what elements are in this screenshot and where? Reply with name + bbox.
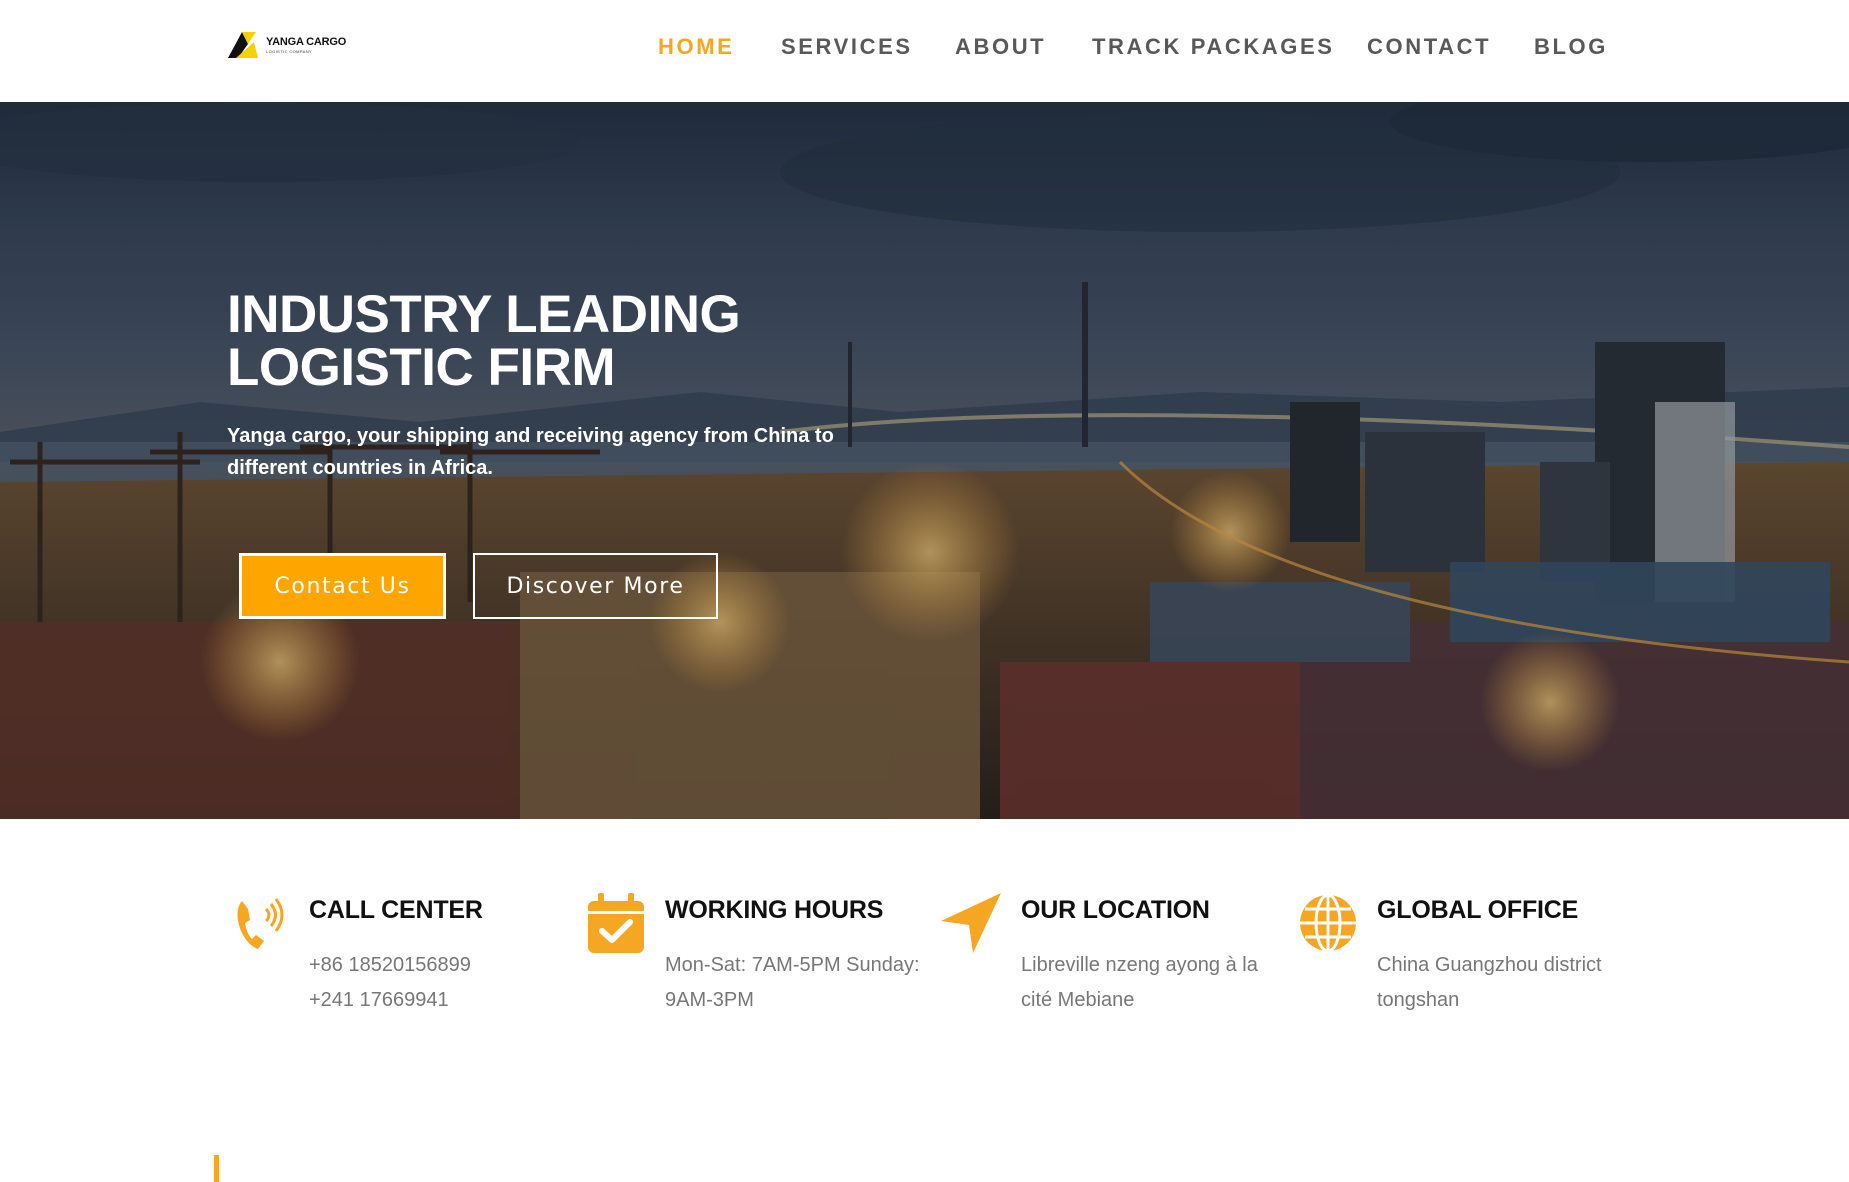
hero-banner: INDUSTRY LEADING LOGISTIC FIRM Yanga car… — [0, 102, 1849, 819]
contact-us-button[interactable]: Contact Us — [239, 553, 446, 619]
nav-blog[interactable]: BLOG — [1534, 34, 1608, 60]
logo-name: YANGA CARGO — [266, 35, 347, 48]
nav-track-packages[interactable]: TRACK PACKAGES — [1092, 34, 1335, 60]
nav-about[interactable]: ABOUT — [955, 34, 1046, 60]
info-line: cité Mebiane — [1021, 989, 1135, 1011]
location-arrow-icon — [941, 893, 1001, 953]
calendar-check-icon — [588, 893, 644, 953]
hero-title-line-1: INDUSTRY LEADING — [227, 285, 741, 344]
nav-home[interactable]: HOME — [658, 34, 734, 60]
brand-logo[interactable]: YANGA CARGO LOGISTIC COMPANY — [226, 27, 346, 63]
discover-more-button[interactable]: Discover More — [473, 553, 718, 619]
info-line: tongshan — [1377, 989, 1460, 1011]
section-accent-bar — [214, 1155, 219, 1182]
logo-tagline: LOGISTIC COMPANY — [266, 48, 313, 54]
logo-mark-icon — [228, 32, 258, 58]
site-header: YANGA CARGO LOGISTIC COMPANY HOME SERVIC… — [0, 0, 1849, 102]
hero-title: INDUSTRY LEADING LOGISTIC FIRM — [227, 288, 927, 394]
hero-subtitle: Yanga cargo, your shipping and receiving… — [227, 425, 834, 479]
info-line: Libreville nzeng ayong à la — [1021, 954, 1258, 976]
globe-icon — [1300, 893, 1356, 953]
info-line: +241 17669941 — [309, 989, 449, 1011]
nav-contact[interactable]: CONTACT — [1367, 34, 1491, 60]
info-line: +86 18520156899 — [309, 954, 471, 976]
info-line: China Guangzhou district — [1377, 954, 1602, 976]
nav-services[interactable]: SERVICES — [781, 34, 913, 60]
info-title: WORKING HOURS — [665, 896, 884, 924]
info-title: CALL CENTER — [309, 896, 483, 924]
info-line: 9AM-3PM — [665, 989, 754, 1011]
info-line: Mon-Sat: 7AM-5PM Sunday: — [665, 954, 920, 976]
phone-icon — [237, 898, 284, 949]
info-title: GLOBAL OFFICE — [1377, 896, 1579, 924]
hero-title-line-2: LOGISTIC FIRM — [227, 338, 616, 397]
info-title: OUR LOCATION — [1021, 896, 1210, 924]
